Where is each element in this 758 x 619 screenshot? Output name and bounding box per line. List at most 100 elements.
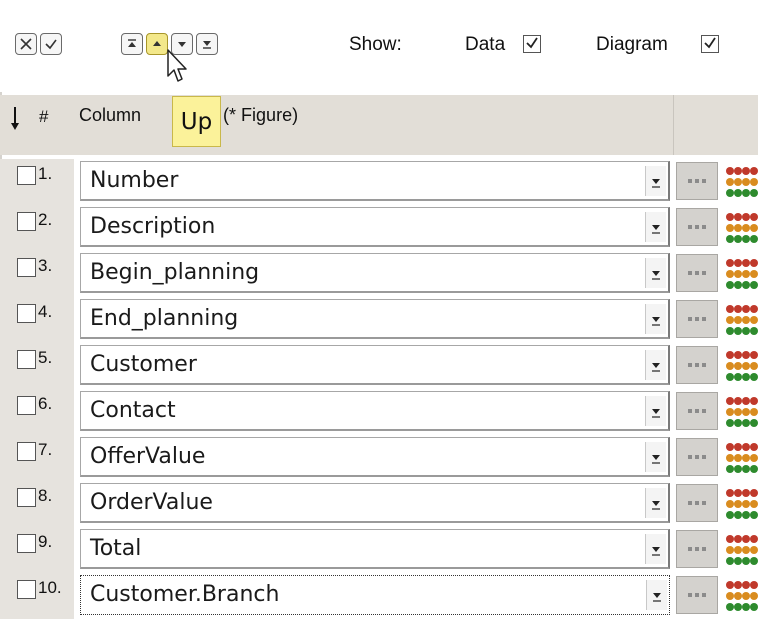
more-options-button[interactable] (676, 530, 718, 568)
show-label: Show: (349, 34, 402, 55)
color-palette-icon[interactable] (726, 258, 758, 292)
column-select[interactable]: Contact (80, 391, 670, 431)
check-icon (44, 37, 58, 51)
header-separator (673, 95, 674, 155)
more-options-button[interactable] (676, 392, 718, 430)
table-row: 2. Description (0, 205, 758, 251)
column-select[interactable]: Customer.Branch (80, 575, 670, 615)
move-top-icon (125, 37, 139, 51)
row-checkbox[interactable] (17, 304, 36, 323)
chevron-down-icon[interactable] (646, 580, 667, 610)
tooltip: Up (172, 96, 221, 147)
chevron-down-icon[interactable] (645, 396, 666, 426)
color-palette-icon[interactable] (726, 166, 758, 200)
column-select[interactable]: Total (80, 529, 670, 569)
data-toggle-label: Data (465, 34, 506, 55)
table-row: 4. End_planning (0, 297, 758, 343)
color-palette-icon[interactable] (726, 350, 758, 384)
column-select[interactable]: Customer (80, 345, 670, 385)
more-options-button[interactable] (676, 346, 718, 384)
row-number-cell (0, 205, 74, 251)
row-number: 5. (38, 348, 53, 367)
column-select[interactable]: Description (80, 207, 670, 247)
chevron-down-icon[interactable] (645, 258, 666, 288)
row-number: 6. (38, 394, 53, 413)
more-options-button[interactable] (676, 300, 718, 338)
row-number: 9. (38, 532, 53, 551)
more-options-button[interactable] (676, 576, 718, 614)
row-number-cell (0, 481, 74, 527)
column-select-value: Description (90, 214, 216, 239)
column-select-value: Total (90, 536, 142, 561)
row-number-cell (0, 573, 74, 619)
row-checkbox[interactable] (17, 534, 36, 553)
column-header-left: Column (79, 105, 142, 125)
more-options-button[interactable] (676, 484, 718, 522)
move-up-button[interactable] (146, 33, 168, 55)
row-number-cell (0, 527, 74, 573)
row-checkbox[interactable] (17, 580, 36, 599)
move-bottom-button[interactable] (196, 33, 218, 55)
color-palette-icon[interactable] (726, 580, 758, 614)
diagram-checkbox[interactable] (701, 35, 719, 53)
row-number: 3. (38, 256, 53, 275)
column-select-value: Begin_planning (90, 260, 260, 285)
mouse-cursor-icon (166, 48, 188, 90)
table-row: 1. Number (0, 159, 758, 205)
checkmark-icon (703, 35, 717, 54)
chevron-down-icon[interactable] (645, 166, 666, 196)
table-row: 6. Contact (0, 389, 758, 435)
more-options-button[interactable] (676, 208, 718, 246)
chevron-down-icon[interactable] (645, 350, 666, 380)
table-header: # Column ent (* Figure) (0, 95, 758, 155)
column-select[interactable]: OrderValue (80, 483, 670, 523)
row-number: 4. (38, 302, 53, 321)
column-select-value: Number (90, 168, 179, 193)
column-select[interactable]: Number (80, 161, 670, 201)
chevron-down-icon[interactable] (645, 488, 666, 518)
table-row: 7. OfferValue (0, 435, 758, 481)
row-checkbox[interactable] (17, 488, 36, 507)
move-bottom-icon (200, 37, 214, 51)
more-options-button[interactable] (676, 438, 718, 476)
close-icon (19, 37, 33, 51)
color-palette-icon[interactable] (726, 396, 758, 430)
move-top-button[interactable] (121, 33, 143, 55)
row-checkbox[interactable] (17, 258, 36, 277)
toolbar: Show: Data Diagram (0, 0, 758, 92)
color-palette-icon[interactable] (726, 442, 758, 476)
select-all-button[interactable] (40, 33, 62, 55)
table-row: 8. OrderValue (0, 481, 758, 527)
column-select[interactable]: OfferValue (80, 437, 670, 477)
column-select-value: End_planning (90, 306, 239, 331)
chevron-down-icon[interactable] (645, 212, 666, 242)
row-number: 2. (38, 210, 53, 229)
color-palette-icon[interactable] (726, 304, 758, 338)
row-checkbox[interactable] (17, 166, 36, 185)
row-checkbox[interactable] (17, 396, 36, 415)
more-options-button[interactable] (676, 162, 718, 200)
diagram-toggle-label: Diagram (596, 34, 668, 55)
row-number: 10. (38, 578, 62, 597)
row-checkbox[interactable] (17, 350, 36, 369)
deselect-all-button[interactable] (15, 33, 37, 55)
column-select-value: Contact (90, 398, 176, 423)
color-palette-icon[interactable] (726, 488, 758, 522)
row-number: 7. (38, 440, 53, 459)
more-options-button[interactable] (676, 254, 718, 292)
chevron-down-icon[interactable] (645, 442, 666, 472)
row-checkbox[interactable] (17, 212, 36, 231)
color-palette-icon[interactable] (726, 212, 758, 246)
row-number: 8. (38, 486, 53, 505)
chevron-down-icon[interactable] (645, 534, 666, 564)
chevron-down-icon[interactable] (645, 304, 666, 334)
down-arrow-icon[interactable] (8, 105, 22, 137)
color-palette-icon[interactable] (726, 534, 758, 568)
data-checkbox[interactable] (523, 35, 541, 53)
column-select[interactable]: Begin_planning (80, 253, 670, 293)
row-checkbox[interactable] (17, 442, 36, 461)
table-row: 3. Begin_planning (0, 251, 758, 297)
row-number-cell (0, 251, 74, 297)
column-select[interactable]: End_planning (80, 299, 670, 339)
number-column-header: # (39, 107, 49, 126)
